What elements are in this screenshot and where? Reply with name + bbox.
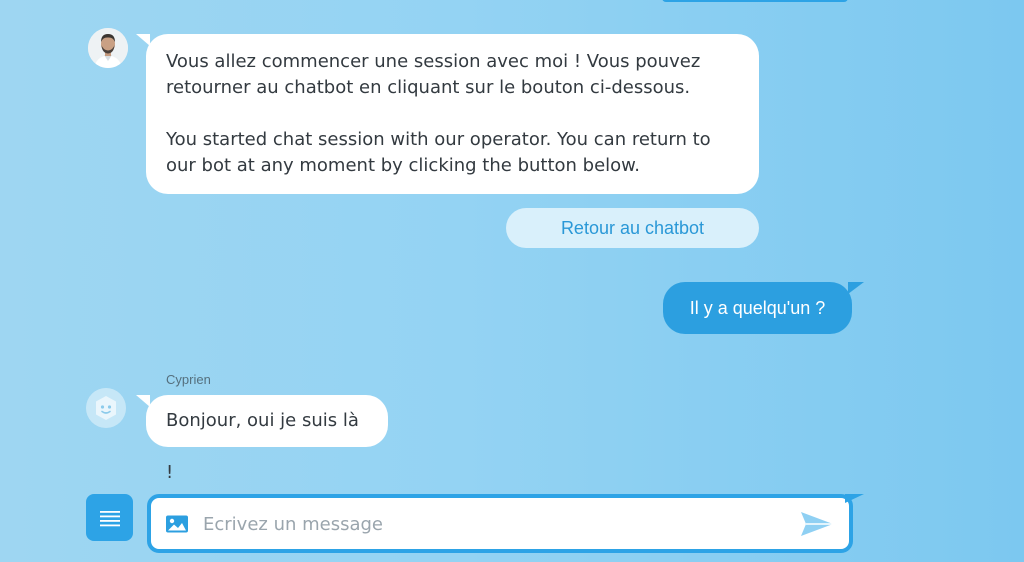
menu-button[interactable] (86, 494, 133, 541)
operator-message-en: You started chat session with our operat… (166, 129, 711, 176)
message-input[interactable] (203, 506, 783, 542)
message-composer (147, 494, 853, 553)
previous-message-edge (662, 0, 848, 2)
send-button[interactable] (799, 510, 835, 538)
bot-face-icon (86, 388, 126, 428)
operator-message: Vous allez commencer une session avec mo… (136, 34, 759, 194)
return-to-chatbot-button[interactable]: Retour au chatbot (506, 208, 759, 248)
composer-tail (845, 494, 864, 503)
menu-icon (99, 510, 120, 526)
reply-message: Bonjour, oui je suis là ! (136, 395, 388, 483)
reply-sender-name: Cyprien (166, 372, 211, 387)
attach-image-button[interactable] (165, 514, 189, 534)
send-icon (801, 512, 833, 536)
operator-message-fr: Vous allez commencer une session avec mo… (166, 51, 701, 98)
user-message: Il y a quelqu'un ? (663, 282, 864, 334)
bot-avatar (86, 388, 126, 428)
operator-avatar (88, 28, 128, 68)
operator-avatar-photo (88, 28, 128, 68)
image-attach-icon (166, 515, 188, 533)
